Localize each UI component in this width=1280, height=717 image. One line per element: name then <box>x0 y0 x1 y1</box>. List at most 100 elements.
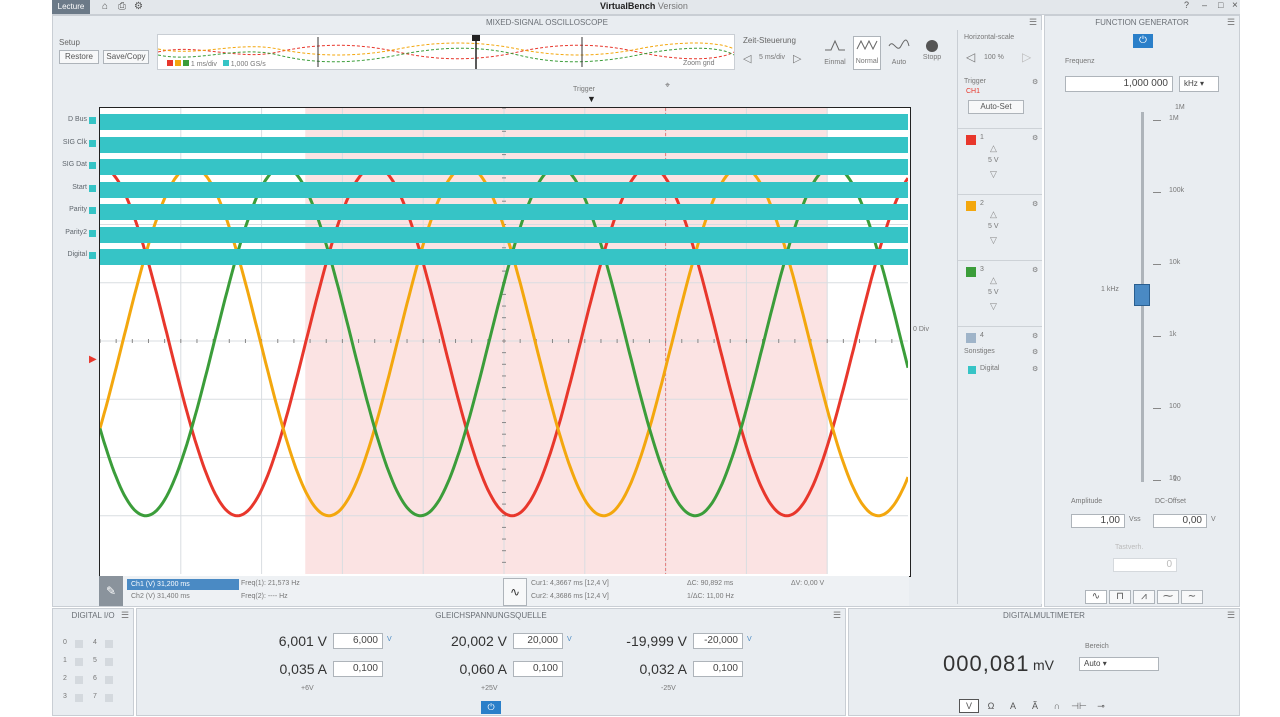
duty-input[interactable]: 0 <box>1113 558 1177 572</box>
freq-input[interactable]: 1,000 000 <box>1065 76 1173 92</box>
restore-button[interactable]: Restore <box>59 50 99 64</box>
channel-2-scale-up-icon[interactable]: △ <box>990 209 997 220</box>
amplitude-input[interactable]: 1,00 <box>1071 514 1125 528</box>
sonstiges-settings-icon[interactable]: ⚙ <box>1032 348 1038 356</box>
dio-pin-led[interactable] <box>75 640 83 648</box>
dio-pin-led[interactable] <box>75 658 83 666</box>
digital-line-swatch[interactable] <box>89 229 96 237</box>
dio-pin-label: 7 <box>93 693 97 700</box>
fgen-menu-icon[interactable]: ☰ <box>1227 18 1235 27</box>
digital-line-swatch[interactable] <box>89 184 96 192</box>
tab-active[interactable]: Lecture <box>52 0 90 14</box>
waveform-button[interactable]: ∿ <box>1085 590 1107 604</box>
channel-1-swatch[interactable] <box>966 135 976 145</box>
mode-stop-button[interactable]: Stopp <box>919 38 945 70</box>
ch1-level-icon[interactable]: ▶ <box>89 354 97 365</box>
dc-current-setpoint[interactable]: 0,100 <box>513 661 563 677</box>
waveform-button[interactable]: ∼ <box>1181 590 1203 604</box>
save-copy-button[interactable]: Save/Copy <box>103 50 149 64</box>
autoset-button[interactable]: Auto-Set <box>968 100 1024 114</box>
digital-line-swatch[interactable] <box>89 117 96 124</box>
mso-menu-icon[interactable]: ☰ <box>1029 18 1037 27</box>
dio-pin-led[interactable] <box>105 694 113 702</box>
dmm-mode-button[interactable]: Ã <box>1025 699 1045 713</box>
fgen-power-button[interactable]: ⏻ <box>1133 34 1153 48</box>
dc-voltage-setpoint[interactable]: 20,000 <box>513 633 563 649</box>
digital-line-swatch[interactable] <box>89 139 96 147</box>
channel-3-scale-down-icon[interactable]: ▽ <box>990 301 997 312</box>
dio-pin-led[interactable] <box>75 694 83 702</box>
trigger-position-icon[interactable]: ▼ <box>587 94 596 104</box>
help-button[interactable]: ? <box>1184 0 1189 10</box>
dc-voltage-setpoint[interactable]: -20,000 <box>693 633 743 649</box>
channel-1-scale-up-icon[interactable]: △ <box>990 143 997 154</box>
home-icon[interactable]: ⌂ <box>102 1 108 12</box>
cursor-marker-icon[interactable]: ⌖ <box>665 80 670 91</box>
dmm-mode-button[interactable]: ∩ <box>1047 699 1067 713</box>
trigger-settings-icon[interactable]: ⚙ <box>1032 78 1038 86</box>
settings-icon[interactable]: ⚙ <box>134 1 143 12</box>
dc-current-setpoint[interactable]: 0,100 <box>693 661 743 677</box>
zoom-value[interactable]: 100 % <box>984 54 1004 61</box>
digital-line-swatch[interactable] <box>89 252 96 259</box>
maximize-button[interactable]: □ <box>1218 0 1223 10</box>
time-increase-icon[interactable]: ▷ <box>793 52 801 65</box>
zoom-increase-icon[interactable]: ▷ <box>1022 50 1031 64</box>
offset-input[interactable]: 0,00 <box>1153 514 1207 528</box>
digital-settings-icon[interactable]: ⚙ <box>1032 365 1038 373</box>
sonstiges-label: Sonstiges <box>964 348 995 355</box>
print-icon[interactable]: ⎙ <box>118 1 126 12</box>
waveform-button[interactable]: ⁓ <box>1157 590 1179 604</box>
mode-normal-button[interactable]: Normal <box>853 36 881 70</box>
channel-4-settings-icon[interactable]: ⚙ <box>1032 332 1038 340</box>
time-decrease-icon[interactable]: ◁ <box>743 52 751 65</box>
channel-4-swatch[interactable] <box>966 333 976 343</box>
dmm-mode-button[interactable]: Ω <box>981 699 1001 713</box>
dio-menu-icon[interactable]: ☰ <box>121 611 129 620</box>
dmm-mode-button[interactable]: ⊸ <box>1091 699 1111 713</box>
channel-2-scale[interactable]: 5 V <box>988 223 999 230</box>
digital-line-swatch[interactable] <box>89 207 96 214</box>
zoom-decrease-icon[interactable]: ◁ <box>966 50 975 64</box>
mode-single-button[interactable]: Einmal <box>821 38 849 70</box>
mode-auto-button[interactable]: Auto <box>885 38 913 70</box>
freq-unit-select[interactable]: kHz ▾ <box>1179 76 1219 92</box>
dc-current-setpoint[interactable]: 0,100 <box>333 661 383 677</box>
channel-1-scale-down-icon[interactable]: ▽ <box>990 169 997 180</box>
dio-pin-led[interactable] <box>75 676 83 684</box>
dmm-menu-icon[interactable]: ☰ <box>1227 611 1235 620</box>
pencil-icon[interactable]: ✎ <box>99 576 123 606</box>
dio-pin-led[interactable] <box>105 640 113 648</box>
dio-pin-led[interactable] <box>105 658 113 666</box>
dmm-mode-button[interactable]: A <box>1003 699 1023 713</box>
channel-3-scale[interactable]: 5 V <box>988 289 999 296</box>
channel-1-scale[interactable]: 5 V <box>988 157 999 164</box>
dc-menu-icon[interactable]: ☰ <box>833 611 841 620</box>
channel-3-swatch[interactable] <box>966 267 976 277</box>
digital-item[interactable]: Digital <box>980 365 999 372</box>
channel-3-scale-up-icon[interactable]: △ <box>990 275 997 286</box>
close-button[interactable]: × <box>1232 0 1238 11</box>
scope-display[interactable] <box>99 107 911 577</box>
cursor-a2[interactable]: Ch2 (V) 31,400 ms <box>131 593 190 600</box>
freq-slider-handle[interactable] <box>1134 284 1150 306</box>
dmm-mode-button[interactable]: ⊣⊢ <box>1069 699 1089 713</box>
minimize-button[interactable]: – <box>1202 0 1207 10</box>
dc-power-button[interactable]: ⏻ <box>481 701 501 714</box>
channel-2-scale-down-icon[interactable]: ▽ <box>990 235 997 246</box>
digital-line-swatch[interactable] <box>89 162 96 169</box>
channel-1-settings-icon[interactable]: ⚙ <box>1032 134 1038 142</box>
dio-pin-led[interactable] <box>105 676 113 684</box>
cursor-a1[interactable]: Ch1 (V) 31,200 ms <box>127 579 239 590</box>
waveform-button[interactable]: ⊓ <box>1109 590 1131 604</box>
dmm-mode-button[interactable]: V <box>959 699 979 713</box>
channel-2-settings-icon[interactable]: ⚙ <box>1032 200 1038 208</box>
mso-panel: MIXED-SIGNAL OSCILLOSCOPE ☰ Setup Restor… <box>52 15 1042 607</box>
dc-voltage-setpoint[interactable]: 6,000 <box>333 633 383 649</box>
waveform-button[interactable]: ⩘ <box>1133 590 1155 604</box>
channel-3-settings-icon[interactable]: ⚙ <box>1032 266 1038 274</box>
range-select[interactable]: Auto ▾ <box>1079 657 1159 671</box>
cursor-toggle-icon[interactable]: ∿ <box>503 578 527 606</box>
time-value[interactable]: 5 ms/div <box>759 54 785 61</box>
channel-2-swatch[interactable] <box>966 201 976 211</box>
